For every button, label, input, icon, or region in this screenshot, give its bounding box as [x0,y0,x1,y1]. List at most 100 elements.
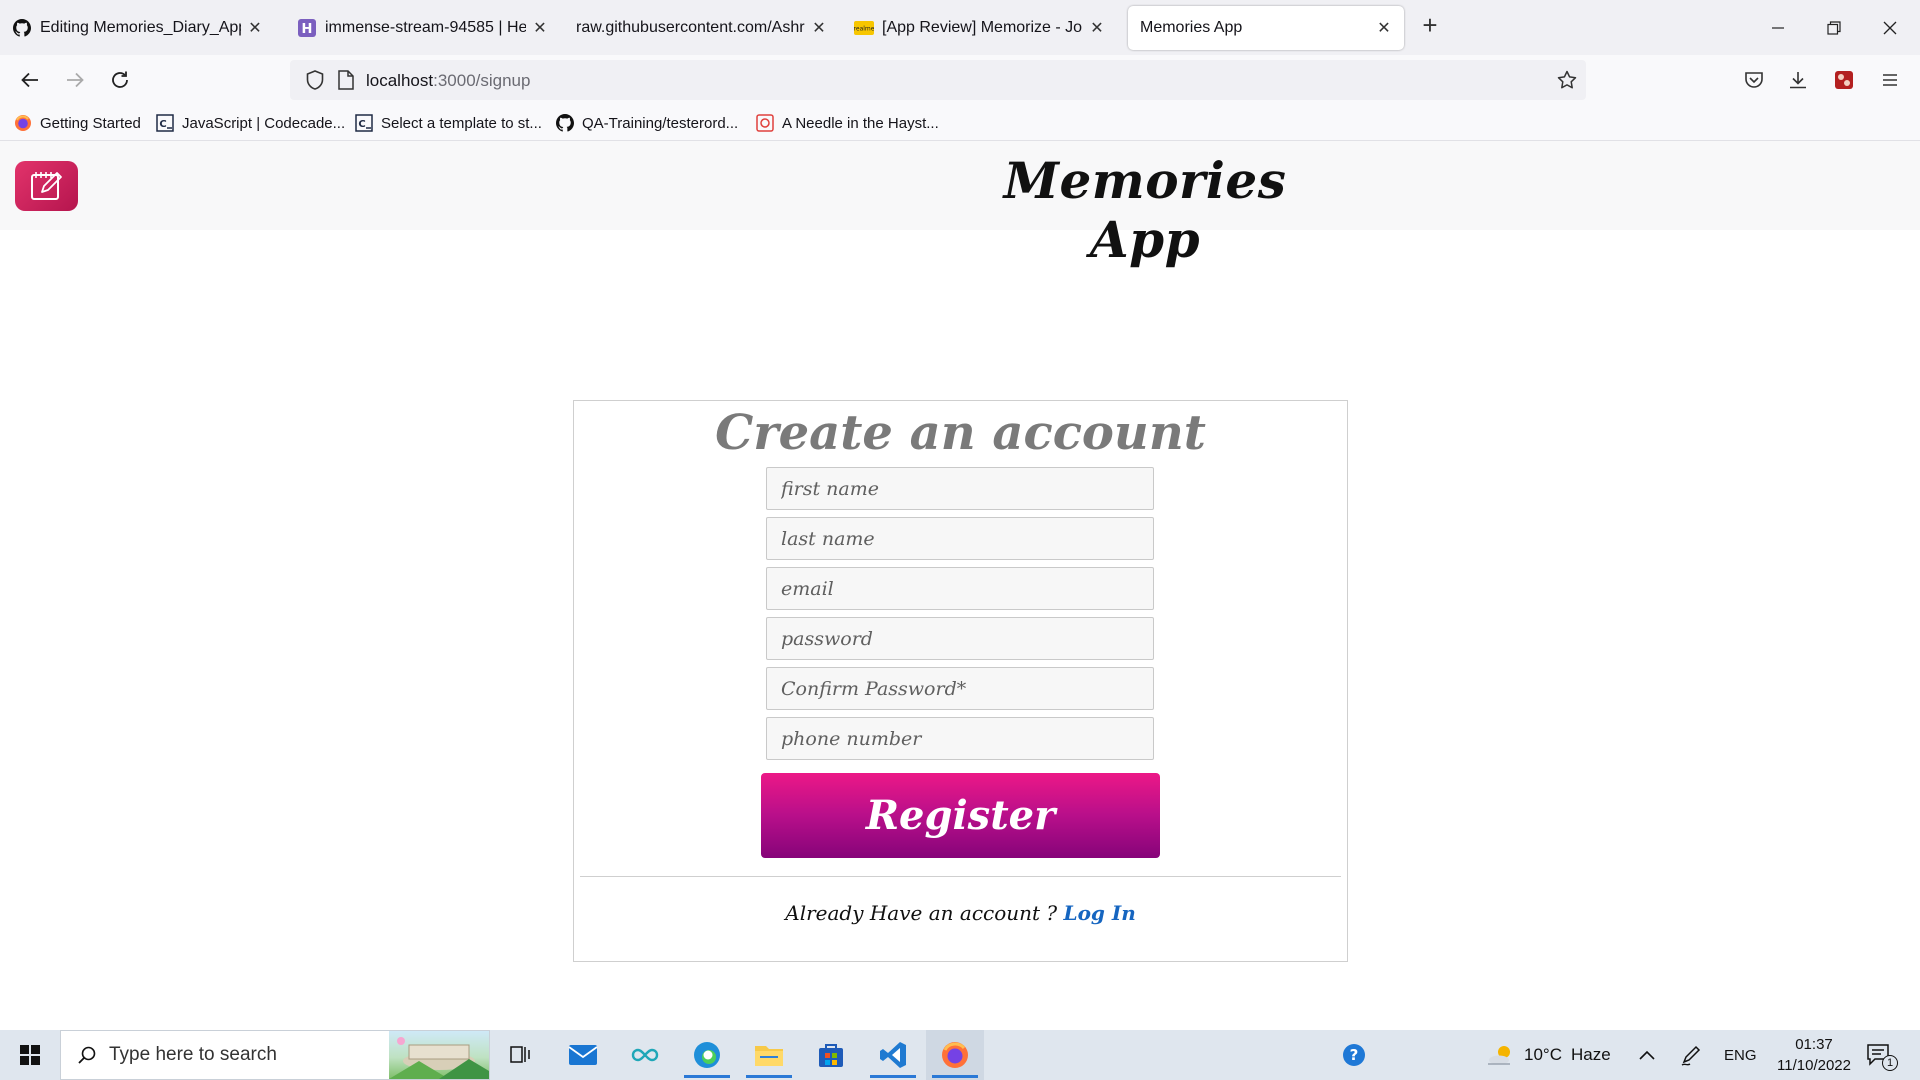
clock-time: 01:37 [1795,1036,1833,1053]
last-name-field[interactable] [766,517,1154,560]
close-window-button[interactable] [1862,0,1918,55]
tab-title: Editing Memories_Diary_App/RE [40,19,241,36]
bookmark-javascript-codecademy[interactable]: C JavaScript | Codecade... [156,111,345,135]
phone-number-field[interactable] [766,717,1154,760]
page-icon[interactable] [337,70,355,95]
new-tab-button[interactable]: + [1416,12,1444,40]
github-icon [556,114,574,132]
tab-editing-memories[interactable]: Editing Memories_Diary_App/RE ✕ [0,6,275,50]
bookmark-qa-training[interactable]: QA-Training/testerord... [556,111,738,135]
extension-icon[interactable] [1828,64,1860,96]
chevron-up-icon[interactable] [1638,1030,1656,1080]
bookmark-label: Getting Started [40,114,141,132]
github-icon [12,18,32,38]
bookmark-select-template[interactable]: C Select a template to st... [355,111,542,135]
svg-text:H: H [302,22,313,37]
bookmark-needle-haystack[interactable]: A Needle in the Hayst... [756,111,939,135]
shield-icon [756,114,774,132]
weather-widget[interactable]: 10°C Haze [1486,1030,1611,1080]
browser-tab-strip: Editing Memories_Diary_App/RE ✕ H immens… [0,0,1920,55]
forward-button[interactable] [59,64,91,96]
bookmark-label: A Needle in the Hayst... [782,114,939,132]
first-name-field[interactable] [766,467,1154,510]
password-field[interactable] [766,617,1154,660]
register-button[interactable]: Register [761,773,1160,858]
pen-icon[interactable] [1680,1030,1702,1080]
confirm-password-field[interactable] [766,667,1154,710]
tab-memories-app[interactable]: Memories App ✕ [1128,6,1404,50]
language-indicator[interactable]: ENG [1724,1030,1757,1080]
reload-button[interactable] [104,64,136,96]
notifications-icon[interactable]: 1 [1866,1030,1898,1080]
tab-heroku[interactable]: H immense-stream-94585 | Herok ✕ [285,6,560,50]
infinity-app-icon[interactable] [616,1030,674,1080]
firefox-icon [14,114,32,132]
login-link[interactable]: Log In [1064,901,1136,925]
signup-heading: Create an account [715,405,1206,461]
bookmark-getting-started[interactable]: Getting Started [14,111,141,135]
svg-text:realme: realme [854,26,874,33]
windows-start-button[interactable] [0,1030,60,1080]
bookmark-label: Select a template to st... [381,114,542,132]
file-explorer-icon[interactable] [740,1030,798,1080]
windows-taskbar: Type here to search ? 10°C Haze ENG 01:3… [0,1030,1920,1080]
taskbar-search-box[interactable]: Type here to search [60,1030,490,1080]
system-clock[interactable]: 01:37 11/10/2022 [1764,1034,1864,1076]
tab-raw-github[interactable]: raw.githubusercontent.com/Ashraf- ✕ [564,6,839,50]
close-tab-icon[interactable]: ✕ [1374,18,1394,38]
task-view-icon[interactable] [492,1030,550,1080]
menu-icon[interactable] [1874,64,1906,96]
svg-text:?: ? [1350,1046,1359,1064]
svg-text:C: C [358,119,365,130]
help-icon[interactable]: ? [1342,1030,1366,1080]
bookmark-label: QA-Training/testerord... [582,114,739,132]
clock-date: 11/10/2022 [1777,1057,1851,1074]
vscode-icon[interactable] [864,1030,922,1080]
email-field[interactable] [766,567,1154,610]
pocket-icon[interactable] [1738,64,1770,96]
minimize-button[interactable] [1750,0,1806,55]
url-host: localhost [366,71,434,90]
url-text[interactable]: localhost:3000/signup [366,71,530,91]
address-bar[interactable]: localhost:3000/signup [290,60,1586,100]
tab-app-review[interactable]: realme [App Review] Memorize - Journ ✕ [842,6,1117,50]
navigation-toolbar: localhost:3000/signup [0,55,1920,105]
bookmark-star-icon[interactable] [1556,69,1578,96]
login-prompt: Already Have an account ? [785,901,1058,925]
bookmark-label: JavaScript | Codecade... [182,114,346,132]
back-button[interactable] [14,64,46,96]
app-header: Memories App [0,141,1920,269]
tab-title: Memories App [1140,19,1243,36]
codecademy-icon: C [355,114,373,132]
weather-description: Haze [1570,1045,1611,1064]
restore-button[interactable] [1806,0,1862,55]
close-tab-icon[interactable]: ✕ [1087,18,1107,38]
signup-card: Create an account Register Already Have … [573,400,1348,962]
notification-count-badge: 1 [1882,1055,1898,1071]
app-title: Memories App [1003,151,1287,269]
tab-title: raw.githubusercontent.com/Ashraf- [576,19,805,36]
tab-title: immense-stream-94585 | Herok [325,19,526,36]
downloads-icon[interactable] [1782,64,1814,96]
store-icon[interactable] [802,1030,860,1080]
shield-icon[interactable] [304,69,326,96]
heroku-icon: H [297,18,317,38]
close-tab-icon[interactable]: ✕ [245,18,265,38]
bookmarks-toolbar: Getting Started C JavaScript | Codecade.… [0,105,1920,141]
weather-temperature: 10°C [1524,1045,1562,1064]
url-path: :3000/signup [433,71,531,90]
realme-icon: realme [854,18,874,38]
mail-icon[interactable] [554,1030,612,1080]
search-placeholder: Type here to search [109,1044,277,1065]
notepad-icon[interactable] [15,161,78,211]
tab-title: [App Review] Memorize - Journ [882,19,1083,36]
divider [580,876,1341,877]
close-tab-icon[interactable]: ✕ [530,18,550,38]
firefox-icon[interactable] [926,1030,984,1080]
close-tab-icon[interactable]: ✕ [809,18,829,38]
search-icon [77,1045,97,1065]
edge-icon[interactable] [678,1030,736,1080]
login-prompt-line: Already Have an account ? Log In [574,901,1347,925]
page-viewport: Memories App Create an account Register … [0,141,1920,1030]
search-highlight-illustration [389,1031,489,1079]
